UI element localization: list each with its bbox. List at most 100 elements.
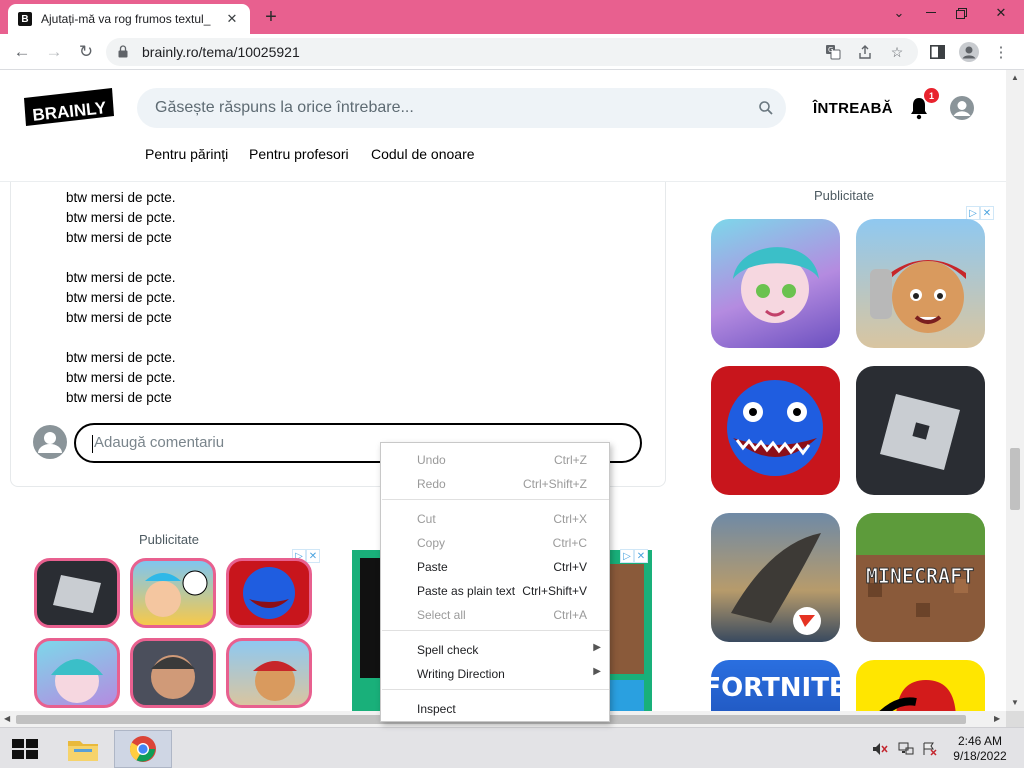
notification-badge: 1: [924, 88, 939, 103]
subway-small-app-icon[interactable]: [226, 638, 312, 708]
brainly-logo[interactable]: BRAINLY: [24, 88, 114, 126]
brainly-favicon-icon: B: [18, 12, 32, 26]
answer-text-line: btw mersi de pcte: [66, 230, 172, 245]
vertical-scrollbar[interactable]: ▲ ▼: [1006, 70, 1024, 711]
url-text: brainly.ro/tema/10025921: [142, 44, 300, 60]
bookmark-star-icon[interactable]: ☆: [888, 43, 906, 61]
user-avatar-icon[interactable]: [950, 96, 974, 120]
network-icon[interactable]: [898, 741, 914, 757]
menu-item-cut[interactable]: Cut Ctrl+X: [381, 508, 609, 530]
ad-close-icon[interactable]: ✕: [634, 549, 648, 563]
answer-text-line: btw mersi de pcte.: [66, 350, 176, 365]
forward-arrow-icon[interactable]: →: [42, 40, 66, 64]
new-tab-button[interactable]: +: [260, 6, 282, 28]
search-icon[interactable]: [758, 100, 774, 116]
restore-window-icon[interactable]: [946, 4, 976, 22]
adchoices-icon[interactable]: ▷: [620, 549, 634, 563]
adchoices-second[interactable]: ▷ ✕: [620, 549, 648, 563]
menu-kebab-icon[interactable]: ⋮: [990, 41, 1012, 63]
menu-item-select-all[interactable]: Select all Ctrl+A: [381, 604, 609, 626]
scroll-right-arrow-icon[interactable]: ▶: [994, 714, 1000, 723]
chrome-taskbar-icon[interactable]: [114, 730, 172, 768]
context-menu: Undo Ctrl+Z Redo Ctrl+Shift+Z Cut Ctrl+X Co…: [380, 442, 610, 722]
action-center-flag-icon[interactable]: [922, 741, 938, 757]
minecraft-app-icon[interactable]: MINECRAFT: [856, 513, 985, 642]
comment-placeholder: Adaugă comentariu: [94, 434, 225, 451]
menu-separator: [382, 630, 609, 631]
answer-text-line: btw mersi de pcte.: [66, 190, 176, 205]
browser-toolbar: ← → ↻ brainly.ro/tema/10025921 G ☆ ⋮: [0, 34, 1024, 70]
menu-item-redo[interactable]: Redo Ctrl+Shift+Z: [381, 473, 609, 495]
share-icon[interactable]: [856, 43, 874, 61]
ad-close-icon[interactable]: ✕: [980, 206, 994, 220]
subway-surfers-app-icon[interactable]: [856, 219, 985, 348]
answer-text-line: btw mersi de pcte: [66, 310, 172, 325]
menu-item-paste[interactable]: Paste Ctrl+V: [381, 556, 609, 578]
ad-close-icon[interactable]: ✕: [306, 549, 320, 563]
huggy-wuggy-app-icon[interactable]: [711, 366, 840, 495]
menu-item-copy[interactable]: Copy Ctrl+C: [381, 532, 609, 554]
ad-label-left: Publicitate: [139, 532, 199, 547]
freefire-app-icon[interactable]: [711, 513, 840, 642]
nav-honor-code-link[interactable]: Codul de onoare: [371, 146, 475, 162]
profile-avatar-icon[interactable]: [958, 41, 980, 63]
commenter-avatar-icon: [33, 425, 67, 459]
roblox-app-icon[interactable]: [856, 366, 985, 495]
system-clock[interactable]: 2:46 AM 9/18/2022: [948, 734, 1012, 764]
scroll-up-arrow-icon[interactable]: ▲: [1011, 73, 1019, 82]
vertical-scroll-thumb[interactable]: [1010, 448, 1020, 510]
windows-start-icon[interactable]: [10, 738, 40, 760]
windows-taskbar: 2:46 AM 9/18/2022: [0, 727, 1024, 768]
clock-time: 2:46 AM: [957, 734, 1003, 748]
site-header: BRAINLY Găsește răspuns la orice întreba…: [0, 70, 1006, 182]
answer-text-line: btw mersi de pcte.: [66, 290, 176, 305]
browser-tab[interactable]: B Ajutați-mă va rog frumos textul_ ✕: [8, 4, 250, 34]
nav-teachers-link[interactable]: Pentru profesori: [249, 146, 349, 162]
text-caret: [92, 435, 93, 453]
fortnite-app-icon[interactable]: FORTNITE: [711, 660, 840, 711]
adchoices-icon[interactable]: ▷: [966, 206, 980, 220]
address-bar[interactable]: brainly.ro/tema/10025921 G ☆: [106, 38, 918, 66]
huggy-small-app-icon[interactable]: [226, 558, 312, 628]
submenu-arrow-icon: ▶: [593, 666, 601, 677]
menu-item-undo[interactable]: Undo Ctrl+Z: [381, 449, 609, 471]
nav-parents-link[interactable]: Pentru părinți: [145, 146, 228, 162]
answer-text-line: btw mersi de pcte.: [66, 370, 176, 385]
back-arrow-icon[interactable]: ←: [10, 40, 34, 64]
tab-close-icon[interactable]: ✕: [224, 11, 240, 27]
ask-question-button[interactable]: ÎNTREABĂ: [813, 100, 893, 117]
menu-item-spell-check[interactable]: Spell check ▶: [381, 639, 609, 661]
minimize-window-icon[interactable]: [916, 4, 946, 22]
svg-text:MINECRAFT: MINECRAFT: [866, 564, 974, 588]
file-explorer-taskbar-icon[interactable]: [54, 730, 112, 768]
side-panel-icon[interactable]: [926, 41, 948, 63]
scroll-down-arrow-icon[interactable]: ▼: [1011, 698, 1019, 707]
roblox-small-app-icon[interactable]: [34, 558, 120, 628]
menu-item-writing-direction[interactable]: Writing Direction ▶: [381, 663, 609, 685]
scroll-left-arrow-icon[interactable]: ◀: [4, 714, 10, 723]
clock-date: 9/18/2022: [953, 749, 1007, 763]
submenu-arrow-icon: ▶: [593, 642, 601, 653]
scary-teacher-app-icon[interactable]: [130, 638, 216, 708]
menu-item-inspect[interactable]: Inspect: [381, 698, 609, 720]
ad-label-right: Publicitate: [814, 188, 874, 203]
anime-game-app-icon[interactable]: [711, 219, 840, 348]
svg-text:G: G: [828, 46, 833, 54]
translate-icon[interactable]: G: [824, 43, 842, 61]
close-window-icon[interactable]: ✕: [986, 4, 1016, 22]
adchoices-right[interactable]: ▷ ✕: [966, 206, 994, 220]
menu-item-paste-plain[interactable]: Paste as plain text Ctrl+Shift+V: [381, 580, 609, 602]
toca-app-icon[interactable]: [130, 558, 216, 628]
browser-titlebar: B Ajutați-mă va rog frumos textul_ ✕ + ⌄…: [0, 0, 1024, 34]
question-search-input[interactable]: Găsește răspuns la orice întrebare...: [137, 88, 786, 128]
tab-search-chevron-icon[interactable]: ⌄: [884, 4, 914, 22]
among-us-app-icon[interactable]: [856, 660, 985, 711]
anime-small-app-icon[interactable]: [34, 638, 120, 708]
answer-text-line: btw mersi de pcte: [66, 390, 172, 405]
answer-text-line: btw mersi de pcte.: [66, 270, 176, 285]
svg-text:FORTNITE: FORTNITE: [711, 673, 840, 703]
lock-icon: [118, 45, 128, 58]
answer-text-line: btw mersi de pcte.: [66, 210, 176, 225]
volume-muted-icon[interactable]: [872, 741, 888, 757]
reload-icon[interactable]: ↻: [74, 40, 98, 64]
